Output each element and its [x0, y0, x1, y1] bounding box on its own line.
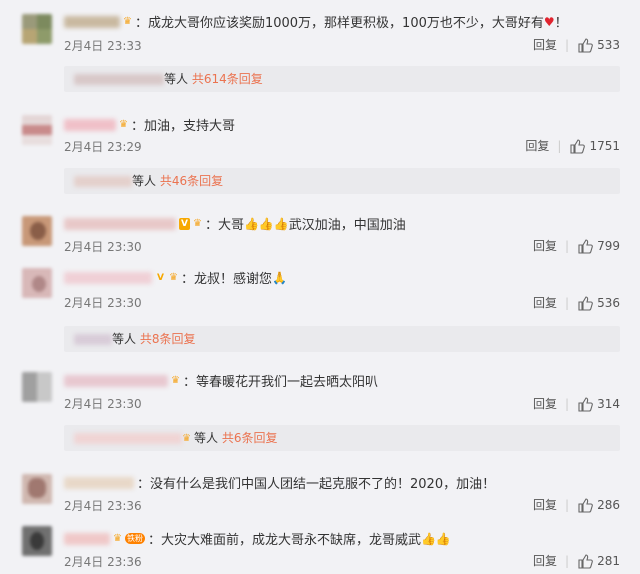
view-replies-link[interactable]: 共8条回复 — [140, 332, 196, 346]
like-count: 799 — [597, 238, 620, 253]
reply-button[interactable]: 回复 — [533, 36, 557, 53]
crown-icon: ♛ — [182, 432, 191, 444]
crown-icon: ♛ — [171, 375, 180, 386]
sub-reply-usernames — [74, 74, 164, 85]
comment-text: ：大哥 — [204, 218, 244, 233]
comment-text: ：龙叔！感谢您 — [180, 272, 272, 287]
comment-actions: 回复 | 799 — [533, 237, 620, 254]
crown-icon: ♛ — [119, 119, 128, 130]
crown-icon: ♛ — [192, 218, 202, 229]
heart-emoji: ♥ — [543, 14, 555, 29]
thumbs-up-icon — [578, 497, 593, 513]
comment-text: ：成龙大哥你应该奖励1000万，那样更积极，100万也不少，大哥好有 — [134, 16, 544, 31]
comment-line: ♛ 铁粉 ：大灾大难面前，成龙大哥永不缺席，龙哥威武👍👍 — [64, 529, 620, 548]
crown-icon: ♛ — [113, 533, 122, 544]
comment-actions: 回复 | 533 — [533, 36, 620, 53]
thumbs-up-icon — [578, 37, 593, 53]
comment-text: ：没有什么是我们中国人团结一起克服不了的！2020，加油！ — [137, 477, 496, 492]
sub-replies: ♛ 等人 共6条回复 — [64, 425, 620, 451]
like-count: 314 — [597, 396, 620, 411]
like-button[interactable]: 799 — [577, 238, 620, 254]
thumbs-up-icon — [578, 553, 593, 569]
like-button[interactable]: 314 — [577, 396, 620, 412]
comment-actions: 回复 | 536 — [533, 294, 620, 311]
avatar[interactable] — [22, 14, 52, 44]
like-count: 533 — [597, 37, 620, 52]
comment-line: V ♛ ：龙叔！感谢您🙏 — [64, 268, 620, 287]
sub-replies: 等人 共46条回复 — [64, 168, 620, 194]
comment-line: ♛ ：加油，支持大哥 — [64, 115, 620, 134]
like-count: 536 — [597, 295, 620, 310]
comment-time: 2月4日 23:33 — [64, 39, 142, 53]
reply-button[interactable]: 回复 — [533, 496, 557, 513]
sub-replies: 等人 共8条回复 — [64, 326, 620, 352]
reply-button[interactable]: 回复 — [525, 137, 549, 154]
like-count: 1751 — [589, 138, 620, 153]
pray-emoji: 🙏 — [271, 270, 287, 285]
comment-time: 2月4日 23:30 — [64, 397, 142, 411]
sub-reply-usernames — [74, 334, 112, 345]
reply-button[interactable]: 回复 — [533, 552, 557, 569]
comment-actions: 回复 | 286 — [533, 496, 620, 513]
avatar[interactable] — [22, 268, 52, 298]
comment-line: ♛ ：等春暖花开我们一起去晒太阳叭 — [64, 371, 620, 390]
comment-time: 2月4日 23:30 — [64, 296, 142, 310]
verified-badge: V — [157, 272, 164, 283]
thumbs-up-icon — [570, 138, 586, 154]
comment-text: ：等春暖花开我们一起去晒太阳叭 — [182, 375, 378, 390]
comment-text: ：加油，支持大哥 — [130, 119, 235, 134]
like-button[interactable]: 536 — [577, 295, 620, 311]
reply-button[interactable]: 回复 — [533, 237, 557, 254]
crown-icon: ♛ — [168, 272, 178, 283]
comment-line: V ♛ ：大哥👍👍👍武汉加油，中国加油 — [64, 214, 620, 233]
fan-badge: 铁粉 — [124, 533, 145, 544]
reply-button[interactable]: 回复 — [533, 395, 557, 412]
comment-time: 2月4日 23:30 — [64, 240, 142, 254]
username[interactable] — [64, 374, 168, 387]
sub-reply-usernames — [74, 433, 182, 444]
sub-reply-usernames — [74, 176, 132, 187]
view-replies-link[interactable]: 共46条回复 — [160, 174, 223, 188]
like-count: 281 — [597, 553, 620, 568]
thumbs-up-emoji: 👍👍 — [420, 531, 451, 546]
thumbs-up-icon — [578, 295, 593, 311]
reply-button[interactable]: 回复 — [533, 294, 557, 311]
avatar[interactable] — [22, 115, 52, 145]
like-button[interactable]: 533 — [577, 37, 620, 53]
view-replies-link[interactable]: 共614条回复 — [192, 72, 263, 86]
comment-time: 2月4日 23:36 — [64, 555, 142, 569]
comment-line: ：没有什么是我们中国人团结一起克服不了的！2020，加油！ — [64, 473, 620, 492]
username[interactable] — [64, 15, 120, 28]
comment-time: 2月4日 23:29 — [64, 140, 142, 154]
verified-badge: V — [179, 217, 190, 230]
comment-actions: 回复 | 1751 — [525, 137, 620, 154]
comment-text: ：大灾大难面前，成龙大哥永不缺席，龙哥威武 — [147, 533, 421, 548]
avatar[interactable] — [22, 526, 52, 556]
sub-replies: 等人 共614条回复 — [64, 66, 620, 92]
comment-actions: 回复 | 281 — [533, 552, 620, 569]
avatar[interactable] — [22, 372, 52, 402]
crown-icon: ♛ — [123, 16, 132, 27]
comment-actions: 回复 | 314 — [533, 395, 620, 412]
like-button[interactable]: 281 — [577, 553, 620, 569]
username[interactable] — [64, 271, 152, 284]
username[interactable] — [64, 532, 110, 545]
username[interactable] — [64, 476, 134, 489]
comment-time: 2月4日 23:36 — [64, 499, 142, 513]
like-button[interactable]: 286 — [577, 497, 620, 513]
username[interactable] — [64, 118, 116, 131]
thumbs-up-icon — [578, 238, 593, 254]
comment-line: ♛ ：成龙大哥你应该奖励1000万，那样更积极，100万也不少，大哥好有♥！ — [64, 12, 620, 31]
thumbs-up-icon — [578, 396, 593, 412]
avatar[interactable] — [22, 216, 52, 246]
avatar[interactable] — [22, 474, 52, 504]
like-count: 286 — [597, 497, 620, 512]
username[interactable] — [64, 217, 176, 230]
view-replies-link[interactable]: 共6条回复 — [222, 431, 278, 445]
like-button[interactable]: 1751 — [569, 138, 620, 154]
thumbs-up-emoji: 👍👍👍 — [243, 216, 289, 231]
